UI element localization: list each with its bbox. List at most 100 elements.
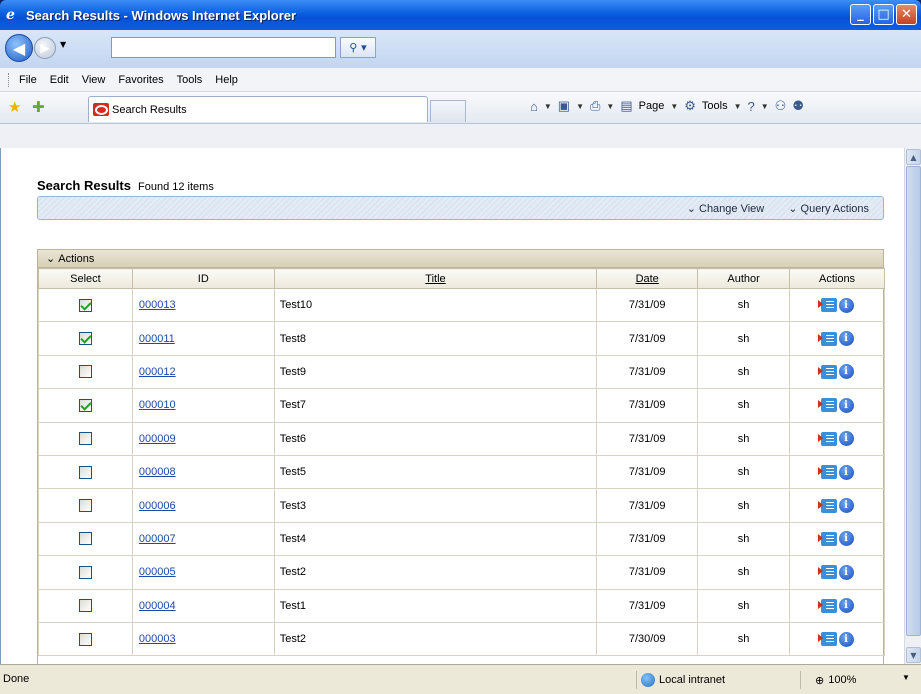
view-list-icon[interactable] [817, 364, 837, 379]
info-icon[interactable]: i [838, 464, 854, 480]
query-actions-button[interactable]: ⌄ Query Actions [788, 202, 869, 215]
id-link[interactable]: 000008 [139, 466, 176, 478]
feeds-icon[interactable]: ▣ [558, 98, 570, 114]
column-id[interactable]: ID [131, 268, 275, 289]
view-list-icon[interactable] [817, 498, 837, 513]
print-icon[interactable]: ⎙ [590, 98, 600, 114]
menu-file[interactable]: File [19, 74, 37, 86]
row-checkbox[interactable] [78, 599, 92, 613]
search-icon: ⚲ ▾ [349, 41, 367, 54]
row-checkbox[interactable] [78, 565, 92, 579]
id-link[interactable]: 000006 [139, 500, 176, 512]
menu-tools[interactable]: Tools [177, 74, 203, 86]
scrollbar-thumb[interactable] [906, 166, 921, 636]
change-view-button[interactable]: ⌄ Change View [687, 202, 765, 215]
security-zone[interactable]: Local intranet [636, 671, 725, 689]
home-dropdown-icon[interactable]: ▼ [544, 102, 552, 111]
id-link[interactable]: 000011 [139, 333, 175, 345]
back-button[interactable]: ◀ [5, 34, 33, 62]
window-controls: _ □ ✕ [850, 4, 917, 25]
scroll-down-icon[interactable]: ▼ [906, 647, 921, 663]
favorites-star-icon[interactable]: ★ [8, 98, 21, 116]
id-cell: 000003 [131, 621, 275, 657]
view-list-icon[interactable] [817, 431, 837, 446]
info-icon[interactable]: i [838, 498, 854, 514]
row-checkbox[interactable] [78, 332, 92, 346]
date-cell: 7/31/09 [596, 287, 699, 323]
id-link[interactable]: 000005 [139, 566, 176, 578]
view-list-icon[interactable] [817, 598, 837, 613]
view-list-icon[interactable] [817, 331, 837, 346]
scroll-up-icon[interactable]: ▲ [906, 149, 921, 165]
maximize-button[interactable]: □ [873, 4, 894, 25]
vertical-scrollbar[interactable]: ▲ ▼ [904, 148, 921, 664]
view-list-icon[interactable] [817, 531, 837, 546]
column-title[interactable]: Title [273, 268, 598, 289]
row-checkbox[interactable] [78, 532, 92, 546]
view-list-icon[interactable] [817, 565, 837, 580]
view-list-icon[interactable] [817, 632, 837, 647]
info-icon[interactable]: i [838, 364, 854, 380]
search-button[interactable]: ⚲ ▾ [340, 37, 376, 58]
id-link[interactable]: 000007 [139, 533, 176, 545]
id-link[interactable]: 000013 [139, 299, 176, 311]
row-checkbox[interactable] [78, 499, 92, 513]
page-menu[interactable]: Page [639, 100, 665, 112]
add-favorite-icon[interactable]: ✚ [32, 98, 45, 116]
tab-search-results[interactable]: Search Results [88, 96, 428, 122]
help-icon[interactable]: ? [748, 99, 755, 114]
tools-dropdown-icon[interactable]: ▼ [734, 102, 742, 111]
menu-edit[interactable]: Edit [50, 74, 69, 86]
view-list-icon[interactable] [817, 465, 837, 480]
browser-chrome: ◀ ▶ ▼ ⚲ ▾ File Edit View Favorites Tools… [0, 30, 921, 148]
menu-help[interactable]: Help [215, 74, 238, 86]
menu-favorites[interactable]: Favorites [118, 74, 163, 86]
row-checkbox[interactable] [78, 632, 92, 646]
id-link[interactable]: 000004 [139, 600, 176, 612]
id-link[interactable]: 000009 [139, 433, 176, 445]
info-icon[interactable]: i [838, 564, 854, 580]
address-input[interactable] [111, 37, 336, 58]
info-icon[interactable]: i [838, 297, 854, 313]
info-icon[interactable]: i [838, 631, 854, 647]
id-link[interactable]: 000010 [139, 399, 176, 411]
tools-menu[interactable]: Tools [702, 100, 728, 112]
messenger-icon[interactable]: ⚉ [792, 98, 804, 114]
row-checkbox[interactable] [78, 298, 92, 312]
minimize-button[interactable]: _ [850, 4, 871, 25]
info-icon[interactable]: i [838, 531, 854, 547]
view-list-icon[interactable] [817, 298, 837, 313]
print-dropdown-icon[interactable]: ▼ [606, 102, 614, 111]
row-checkbox[interactable] [78, 432, 92, 446]
zoom-dropdown-icon[interactable]: ▼ [902, 673, 910, 682]
info-icon[interactable]: i [838, 598, 854, 614]
help-dropdown-icon[interactable]: ▼ [761, 102, 769, 111]
feeds-dropdown-icon[interactable]: ▼ [576, 102, 584, 111]
info-icon[interactable]: i [838, 397, 854, 413]
row-checkbox[interactable] [78, 365, 92, 379]
id-link[interactable]: 000003 [139, 633, 176, 645]
forward-button[interactable]: ▶ [34, 37, 56, 59]
view-list-icon[interactable] [817, 398, 837, 413]
row-checkbox[interactable] [78, 398, 92, 412]
select-cell [38, 454, 133, 490]
row-checkbox[interactable] [78, 465, 92, 479]
actions-cell: i [789, 354, 885, 390]
id-link[interactable]: 000012 [139, 366, 176, 378]
select-cell [38, 354, 133, 390]
research-icon[interactable]: ⚇ [775, 98, 787, 114]
history-dropdown-icon[interactable]: ▼ [60, 40, 70, 54]
actions-menu[interactable]: ⌄ Actions [38, 250, 883, 268]
page-dropdown-icon[interactable]: ▼ [670, 102, 678, 111]
menu-view[interactable]: View [82, 74, 106, 86]
select-cell [38, 421, 133, 456]
zoom-level[interactable]: ⊕ 100% [800, 671, 856, 689]
column-date[interactable]: Date [596, 268, 699, 289]
info-icon[interactable]: i [838, 431, 854, 447]
id-cell: 000004 [131, 588, 275, 623]
info-icon[interactable]: i [838, 331, 854, 347]
close-button[interactable]: ✕ [896, 4, 917, 25]
table-header-row: Select ID Title Date Author Actions [38, 268, 885, 289]
home-icon[interactable]: ⌂ [530, 99, 538, 114]
new-tab-button[interactable] [430, 100, 466, 122]
